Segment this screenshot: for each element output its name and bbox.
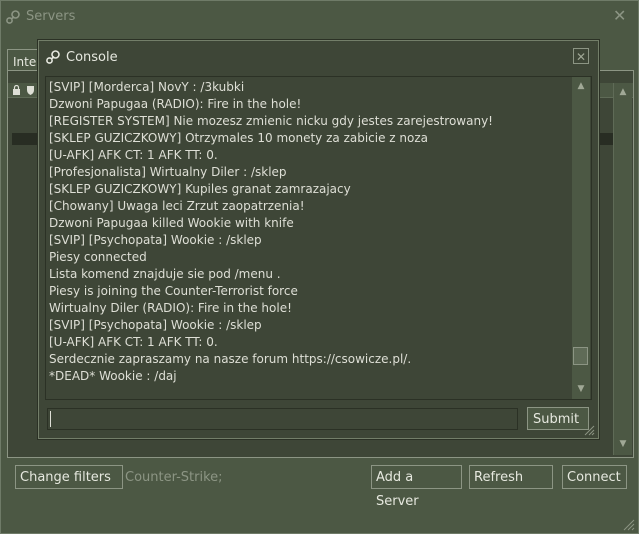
console-line: [SKLEP GUZICZKOWY] Otrzymales 10 monety … (49, 131, 429, 145)
console-line: [U-AFK] AFK CT: 1 AFK TT: 0. (49, 335, 218, 349)
servers-title: Servers (26, 9, 76, 24)
close-icon[interactable]: ✕ (573, 48, 589, 64)
console-line: *DEAD* Wookie : /daj (49, 369, 177, 383)
arrow-up-icon[interactable]: ▲ (574, 79, 588, 93)
console-log[interactable]: [SVIP] [Morderca] NovY : /3kubki Dzwoni P… (45, 76, 592, 400)
scroll-thumb[interactable] (573, 347, 588, 365)
console-line: Dzwoni Papugaa (RADIO): Fire in the hole… (49, 97, 302, 111)
change-filters-button[interactable]: Change filters (15, 465, 123, 489)
add-server-button[interactable]: Add a Server (371, 465, 462, 509)
console-title: Console (66, 50, 118, 65)
steam-logo-icon (46, 50, 60, 64)
console-line: Dzwoni Papugaa killed Wookie with knife (49, 216, 294, 230)
lock-icon[interactable] (12, 85, 21, 95)
arrow-up-icon[interactable]: ▲ (616, 85, 630, 99)
console-line: [Chowany] Uwaga leci Zrzut zaopatrzenia! (49, 199, 305, 213)
console-line: Piesy connected (49, 250, 147, 264)
connect-button[interactable]: Connect (562, 465, 627, 489)
console-line: [SVIP] [Psychopata] Wookie : /sklep (49, 318, 262, 332)
arrow-down-icon[interactable]: ▼ (574, 382, 588, 396)
game-filter-label: Counter-Strike; (125, 470, 223, 485)
resize-grip-icon[interactable] (621, 517, 635, 531)
refresh-button[interactable]: Refresh (469, 465, 553, 489)
console-line: Lista komend znajduje sie pod /menu . (49, 267, 281, 281)
console-dialog: Console ✕ [SVIP] [Morderca] NovY : /3kub… (38, 40, 599, 439)
console-line: Wirtualny Diler (RADIO): Fire in the hol… (49, 301, 292, 315)
submit-button[interactable]: Submit (527, 407, 589, 430)
console-line: [SVIP] [Psychopata] Wookie : /sklep (49, 233, 262, 247)
console-line: Serdecznie zapraszamy na nasze forum htt… (49, 352, 412, 366)
console-line: [U-AFK] AFK CT: 1 AFK TT: 0. (49, 148, 218, 162)
resize-grip-icon[interactable] (583, 424, 595, 436)
console-log-lines: [SVIP] [Morderca] NovY : /3kubki Dzwoni P… (49, 79, 569, 385)
console-line: Piesy is joining the Counter-Terrorist f… (49, 284, 298, 298)
steam-logo-icon (6, 10, 20, 24)
tab-internet[interactable]: Inter (7, 49, 42, 72)
console-line: [Profesjonalista] Wirtualny Diler : /skl… (49, 165, 287, 179)
console-scrollbar[interactable]: ▲ ▼ (572, 77, 590, 399)
console-command-input[interactable] (47, 408, 518, 430)
text-caret (50, 411, 51, 427)
console-line: [SVIP] [Morderca] NovY : /3kubki (49, 80, 245, 94)
close-icon[interactable]: ✕ (613, 8, 626, 24)
server-list-scrollbar[interactable]: ▲ ▼ (613, 83, 632, 455)
console-line: [REGISTER SYSTEM] Nie mozesz zmienic nic… (49, 114, 493, 128)
servers-title-bar[interactable]: Servers ✕ (1, 1, 638, 33)
tab-internet-label: Inter (13, 55, 42, 69)
arrow-down-icon[interactable]: ▼ (616, 437, 630, 451)
shield-icon[interactable] (26, 85, 35, 95)
console-line: [SKLEP GUZICZKOWY] Kupiles granat zamraz… (49, 182, 351, 196)
